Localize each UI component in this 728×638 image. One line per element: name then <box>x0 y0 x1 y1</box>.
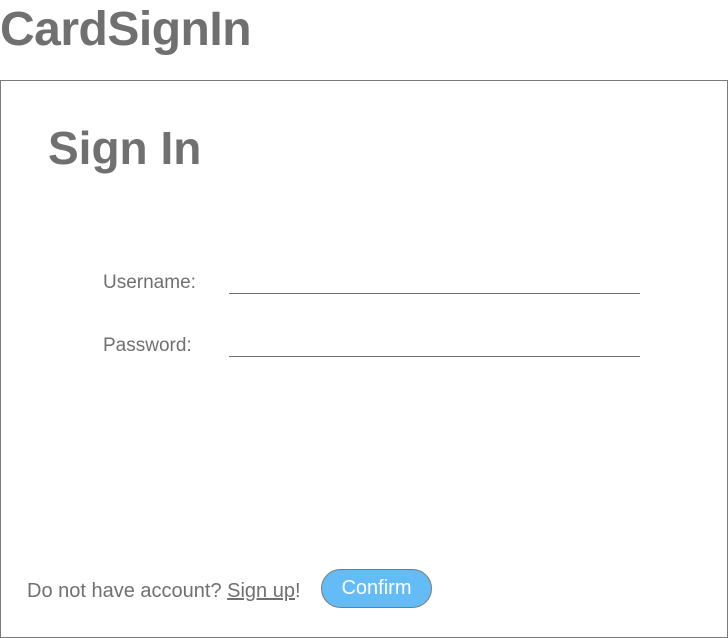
sign-up-link[interactable]: Sign up <box>227 580 295 602</box>
sign-in-title: Sign In <box>48 122 202 174</box>
confirm-button[interactable]: Confirm <box>321 569 432 608</box>
username-label: Username: <box>103 272 196 293</box>
password-label: Password: <box>103 335 192 356</box>
sign-in-card: Sign In Username: Password: Do not have … <box>0 80 728 638</box>
signup-prompt: Do not have account? Sign up! <box>27 578 301 604</box>
username-input[interactable] <box>229 266 640 294</box>
signup-prompt-text: Do not have account? <box>27 580 228 602</box>
signup-prompt-suffix: ! <box>294 580 301 602</box>
app-title: CardSignIn <box>0 3 252 56</box>
password-input[interactable] <box>229 329 640 357</box>
